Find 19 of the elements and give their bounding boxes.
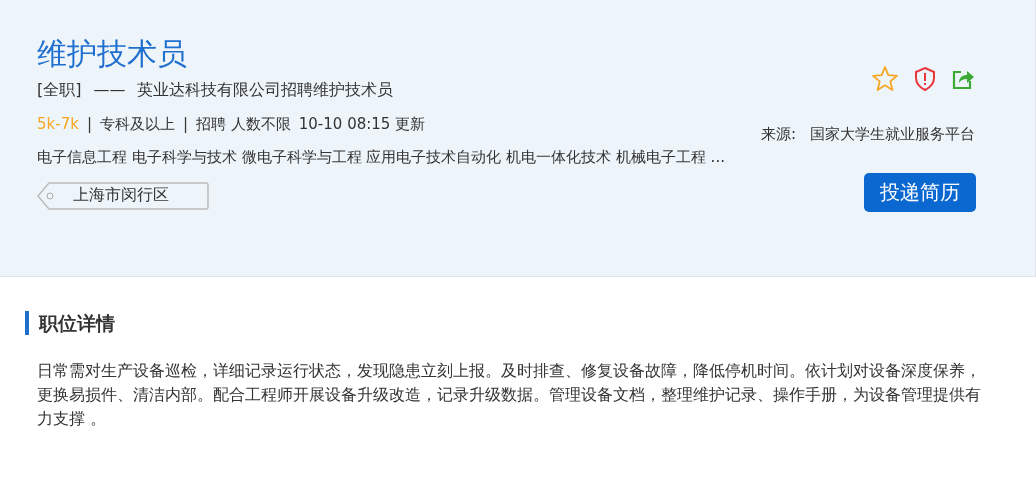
- majors-list: 电子信息工程 电子科学与技术 微电子科学与工程 应用电子技术自动化 机电一体化技术 机械电子工程 ...: [37, 148, 975, 167]
- warning-shield-icon[interactable]: [913, 66, 937, 92]
- source-name: 国家大学生就业服务平台: [810, 125, 975, 144]
- separator: |: [86, 115, 92, 135]
- update-time: 10-10 08:15 更新: [298, 115, 426, 135]
- company-line: 英业达科技有限公司招聘维护技术员: [137, 80, 394, 101]
- apply-button[interactable]: 投递简历: [864, 173, 976, 212]
- job-description: 日常需对生产设备巡检，详细记录运行状态，发现隐患立刻上报。及时排查、修复设备故障，降低停机时间。依计划对设备深度保养，更换易损件、清洁内部。配合工程师开展设备升级改造，记录升级数据。管理设备文档，整理维护记录、操作手册，为设备管理提供有力支撑 。: [37, 360, 982, 430]
- dash: ——: [93, 80, 126, 101]
- job-requirement: 专科及以上: [99, 115, 175, 135]
- job-requirement: 招聘 人数不限: [196, 115, 291, 135]
- source-label: 来源:: [760, 125, 796, 144]
- star-icon[interactable]: [871, 65, 899, 93]
- location-tag: 上海市闵行区: [37, 181, 209, 210]
- job-type: [全职]: [37, 80, 82, 101]
- section-heading: 职位详情: [25, 311, 999, 335]
- separator: |: [182, 115, 188, 135]
- salary: 5k-7k: [37, 115, 79, 135]
- job-title: 维护技术员: [37, 35, 188, 73]
